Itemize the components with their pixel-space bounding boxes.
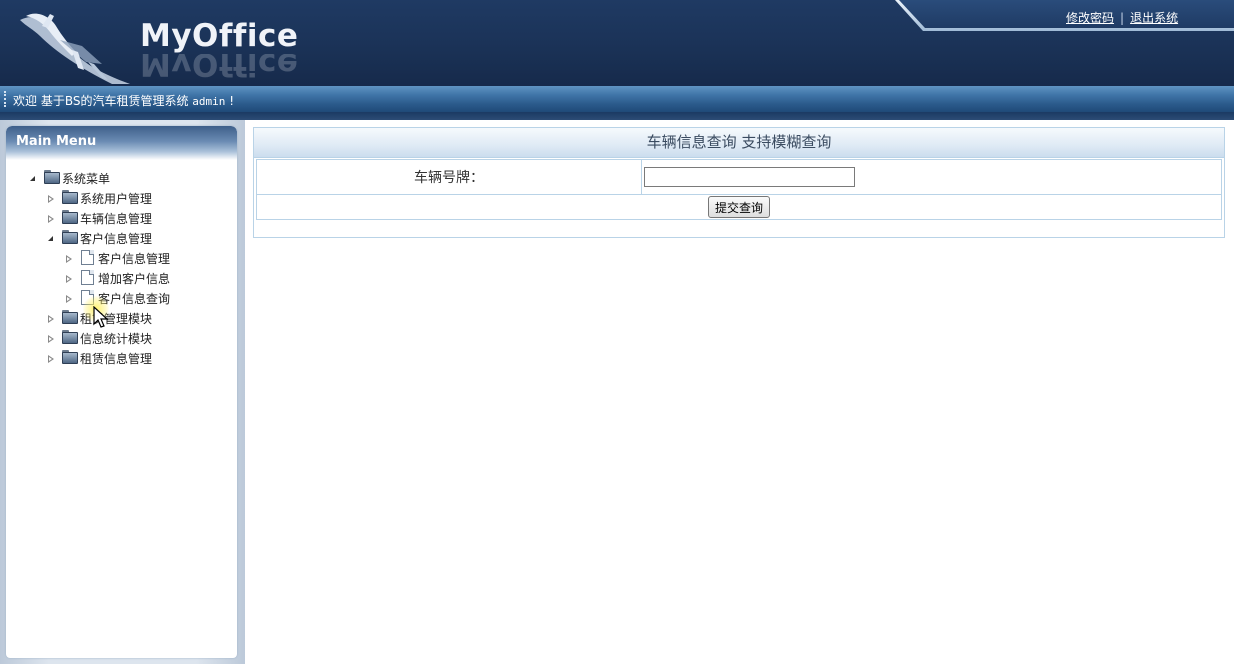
logo-icon: [20, 13, 130, 84]
folder-icon: [62, 230, 78, 244]
menu-tree-item[interactable]: 系统菜单: [30, 169, 230, 189]
folder-icon: [44, 170, 60, 184]
collapsed-arrow-icon[interactable]: [66, 274, 74, 284]
main-menu-panel: Main Menu 系统菜单 系统用户管理 车辆信息管理 客户信息管理 客户信息管理 增加…: [6, 126, 237, 658]
logo-reflection: MyOffice: [140, 54, 299, 82]
table-row: 车辆号牌：: [256, 159, 1222, 195]
logo-text: MyOffice: [140, 18, 299, 54]
header-links: 修改密码 | 退出系统: [1066, 9, 1178, 26]
folder-icon: [62, 310, 78, 324]
menu-tree-label: 客户信息管理: [98, 252, 171, 266]
expanded-arrow-icon[interactable]: [48, 234, 56, 244]
document-icon: [81, 250, 94, 265]
collapsed-arrow-icon[interactable]: [48, 314, 56, 324]
menu-tree-label: 系统用户管理: [80, 192, 153, 206]
menu-tree-label: 系统菜单: [62, 172, 111, 186]
folder-icon: [62, 330, 78, 344]
welcome-prefix: 欢迎 基于BS的汽车租赁管理系统: [13, 94, 193, 108]
menu-tree-label: 客户信息查询: [98, 292, 171, 306]
main-menu-title: Main Menu: [16, 134, 97, 149]
main-menu-header: Main Menu: [6, 126, 237, 160]
header-banner: MyOffice MyOffice 修改密码 | 退出系统: [0, 0, 1234, 86]
logout-link[interactable]: 退出系统: [1130, 11, 1178, 25]
mouse-cursor-icon: [93, 306, 109, 328]
collapsed-arrow-icon[interactable]: [48, 214, 56, 224]
menu-tree-label: 车辆信息管理: [80, 212, 153, 226]
menu-tree-item[interactable]: 租赁管理模块: [48, 309, 230, 329]
menu-tree-label: 租赁信息管理: [80, 352, 153, 366]
panel-title-bar: 车辆信息查询 支持模糊查询: [254, 128, 1224, 158]
welcome-username: admin: [192, 95, 226, 108]
document-icon: [81, 270, 94, 285]
submit-cell: 提交查询: [256, 194, 1222, 220]
header-divider: [0, 112, 1234, 120]
menu-tree-item[interactable]: 客户信息管理: [66, 249, 230, 269]
welcome-message: 欢迎 基于BS的汽车租赁管理系统 admin !: [13, 92, 234, 109]
sidebar: Main Menu 系统菜单 系统用户管理 车辆信息管理 客户信息管理 客户信息管理 增加…: [0, 120, 245, 664]
welcome-suffix: !: [225, 94, 235, 108]
plate-input-cell: [641, 159, 1222, 195]
collapsed-arrow-icon[interactable]: [66, 294, 74, 304]
folder-icon: [62, 210, 78, 224]
grip-handle-icon: [4, 91, 8, 107]
menu-tree-item[interactable]: 系统用户管理: [48, 189, 230, 209]
plate-number-input[interactable]: [644, 167, 855, 187]
collapsed-arrow-icon[interactable]: [48, 194, 56, 204]
menu-tree-item[interactable]: 车辆信息管理: [48, 209, 230, 229]
menu-tree-item[interactable]: 信息统计模块: [48, 329, 230, 349]
change-password-link[interactable]: 修改密码: [1066, 11, 1114, 25]
menu-tree-label: 客户信息管理: [80, 232, 153, 246]
menu-tree-item[interactable]: 增加客户信息: [66, 269, 230, 289]
plate-label: 车辆号牌：: [256, 159, 642, 195]
menu-tree-item[interactable]: 租赁信息管理: [48, 349, 230, 369]
collapsed-arrow-icon[interactable]: [66, 254, 74, 264]
menu-tree-item[interactable]: 客户信息管理: [48, 229, 230, 249]
menu-tree-label: 增加客户信息: [98, 272, 171, 286]
submit-query-button[interactable]: 提交查询: [707, 196, 770, 218]
link-separator: |: [1120, 11, 1125, 25]
folder-icon: [62, 350, 78, 364]
welcome-bar: 欢迎 基于BS的汽车租赁管理系统 admin !: [0, 86, 1234, 112]
expanded-arrow-icon[interactable]: [30, 174, 38, 184]
menu-tree-label: 信息统计模块: [80, 332, 153, 346]
vehicle-query-panel: 车辆信息查询 支持模糊查询 车辆号牌： 提交查询: [253, 127, 1225, 238]
collapsed-arrow-icon[interactable]: [48, 354, 56, 364]
table-row: 提交查询: [256, 194, 1222, 220]
collapsed-arrow-icon[interactable]: [48, 334, 56, 344]
folder-icon: [62, 190, 78, 204]
panel-title: 车辆信息查询 支持模糊查询: [646, 133, 832, 151]
query-form-table: 车辆号牌： 提交查询: [256, 159, 1222, 220]
